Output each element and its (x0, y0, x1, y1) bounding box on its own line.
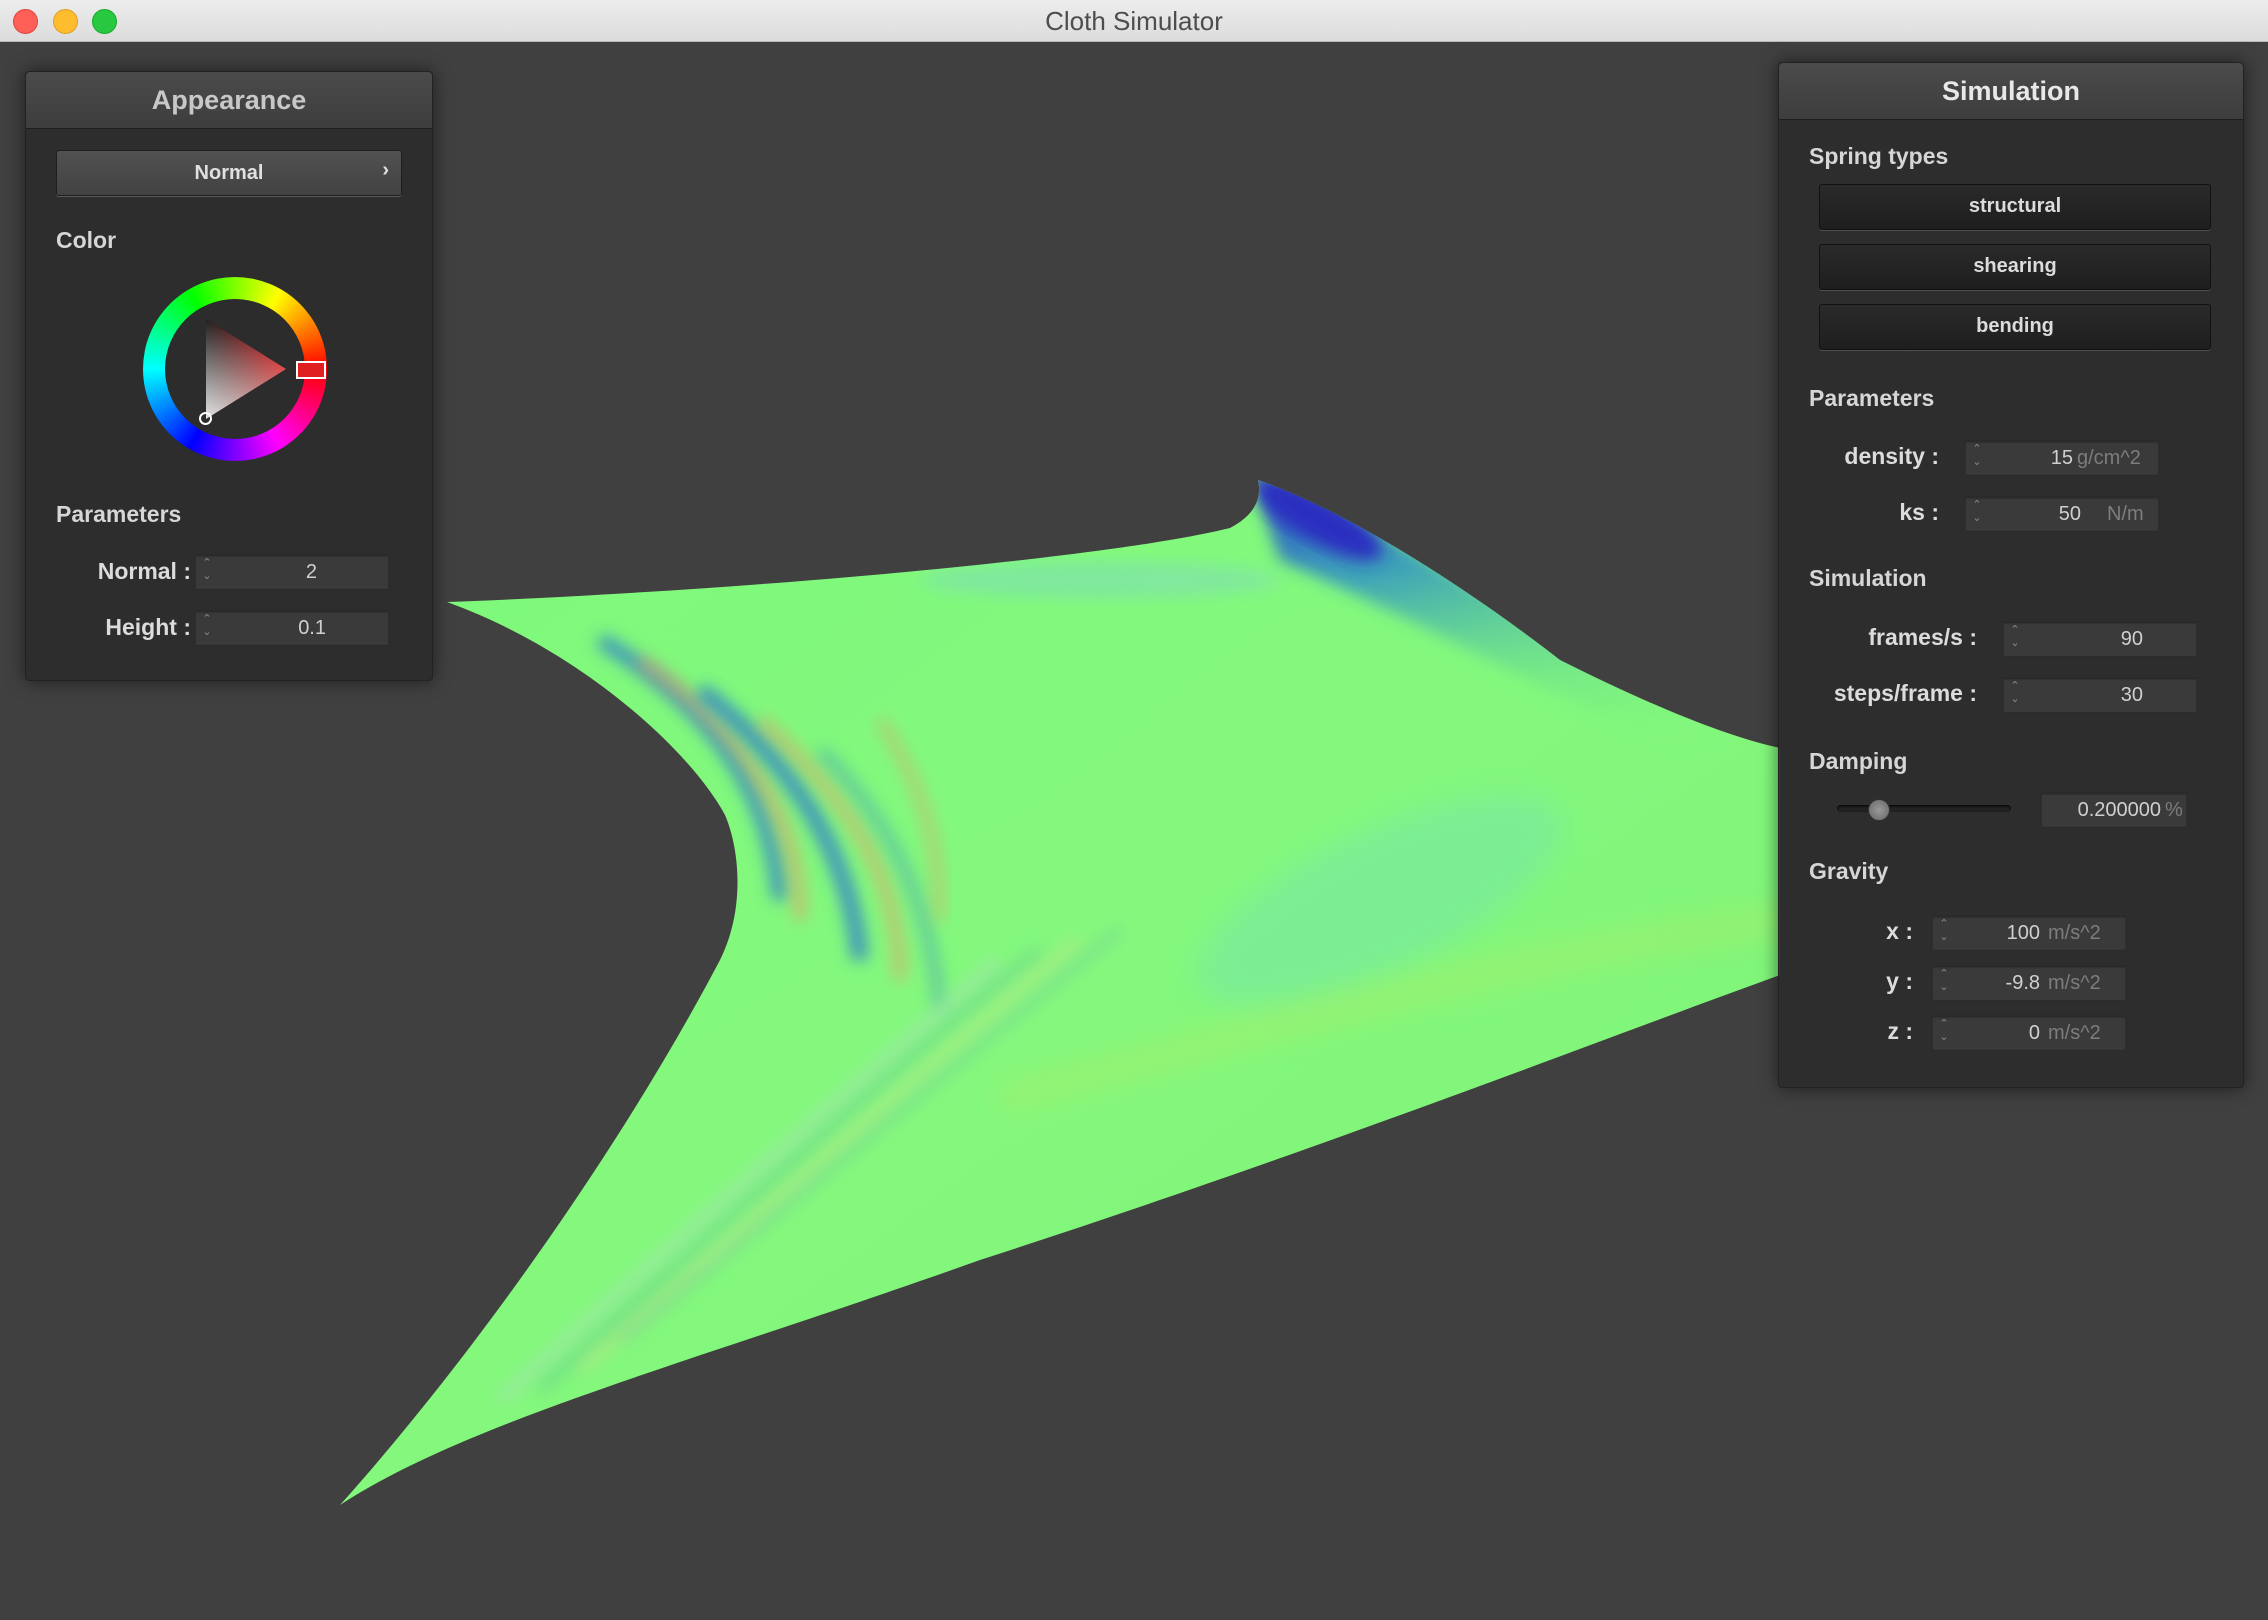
gravity-x-label: x : (1886, 918, 1913, 944)
spinner-arrows-icon[interactable]: ⌃ ⌄ (1937, 918, 1951, 944)
spinner-arrows-icon[interactable]: ⌃ ⌄ (1937, 968, 1951, 994)
gravity-y-input[interactable]: ⌃ ⌄ -9.8 m/s^2 (1931, 965, 2127, 1001)
spinner-arrows-icon[interactable]: ⌃ ⌄ (1970, 499, 1984, 525)
spinner-arrows-icon[interactable]: ⌃ ⌄ (2008, 624, 2022, 650)
gravity-z-label: z : (1887, 1018, 1913, 1044)
height-input[interactable]: ⌃ ⌄ 0.1 (194, 610, 390, 646)
ks-label: ks : (1899, 499, 1939, 525)
shader-selected-label: Normal (194, 162, 264, 184)
simulation-settings-label: Simulation (1809, 565, 1927, 591)
steps-per-frame-input[interactable]: ⌃ ⌄ 30 (2002, 677, 2198, 713)
appearance-parameters-label: Parameters (56, 501, 182, 527)
ks-input[interactable]: ⌃ ⌄ 50 N/m (1964, 496, 2160, 532)
title-bar: Cloth Simulator (0, 0, 2268, 42)
simulation-panel-title: Simulation (1779, 63, 2243, 120)
gravity-label: Gravity (1809, 858, 1889, 884)
spring-types-label: Spring types (1809, 143, 1949, 169)
damping-slider-handle[interactable] (1868, 799, 1890, 821)
shearing-toggle-button[interactable]: shearing (1819, 244, 2211, 290)
damping-input[interactable]: 0.200000 % (2040, 792, 2188, 828)
bending-toggle-button[interactable]: bending (1819, 304, 2211, 350)
density-label: density : (1844, 443, 1939, 469)
spinner-arrows-icon[interactable]: ⌃ ⌄ (1937, 1018, 1951, 1044)
steps-per-frame-label: steps/frame : (1833, 680, 1977, 706)
frames-per-second-label: frames/s : (1868, 624, 1977, 650)
normal-label: Normal : (97, 558, 191, 584)
spinner-arrows-icon[interactable]: ⌃ ⌄ (200, 557, 214, 583)
window-title: Cloth Simulator (1045, 6, 1223, 36)
spinner-arrows-icon[interactable]: ⌃ ⌄ (200, 613, 214, 639)
damping-label: Damping (1809, 748, 1908, 774)
damping-slider[interactable] (1837, 799, 2011, 821)
appearance-panel: Appearance Normal › Color Parameters Nor… (25, 71, 433, 681)
structural-toggle-button[interactable]: structural (1819, 184, 2211, 230)
frames-per-second-input[interactable]: ⌃ ⌄ 90 (2002, 621, 2198, 657)
spinner-arrows-icon[interactable]: ⌃ ⌄ (1970, 443, 1984, 469)
normal-input[interactable]: ⌃ ⌄ 2 (194, 554, 390, 590)
appearance-panel-title: Appearance (26, 72, 432, 129)
gravity-z-input[interactable]: ⌃ ⌄ 0 m/s^2 (1931, 1015, 2127, 1051)
height-label: Height : (105, 614, 191, 640)
spinner-arrows-icon[interactable]: ⌃ ⌄ (2008, 680, 2022, 706)
simulation-panel: Simulation Spring types structural shear… (1778, 62, 2244, 1088)
shader-dropdown[interactable]: Normal › (56, 150, 402, 196)
saturation-selector-handle[interactable] (199, 412, 212, 425)
hue-selector-handle[interactable] (296, 361, 326, 379)
gravity-x-input[interactable]: ⌃ ⌄ 100 m/s^2 (1931, 915, 2127, 951)
color-section-label: Color (56, 227, 117, 253)
gravity-y-label: y : (1886, 968, 1913, 994)
color-wheel[interactable] (143, 277, 327, 461)
chevron-right-icon: › (382, 159, 389, 181)
damping-slider-track (1837, 805, 2011, 812)
density-input[interactable]: ⌃ ⌄ 15 g/cm^2 (1964, 440, 2160, 476)
simulation-parameters-label: Parameters (1809, 385, 1935, 411)
